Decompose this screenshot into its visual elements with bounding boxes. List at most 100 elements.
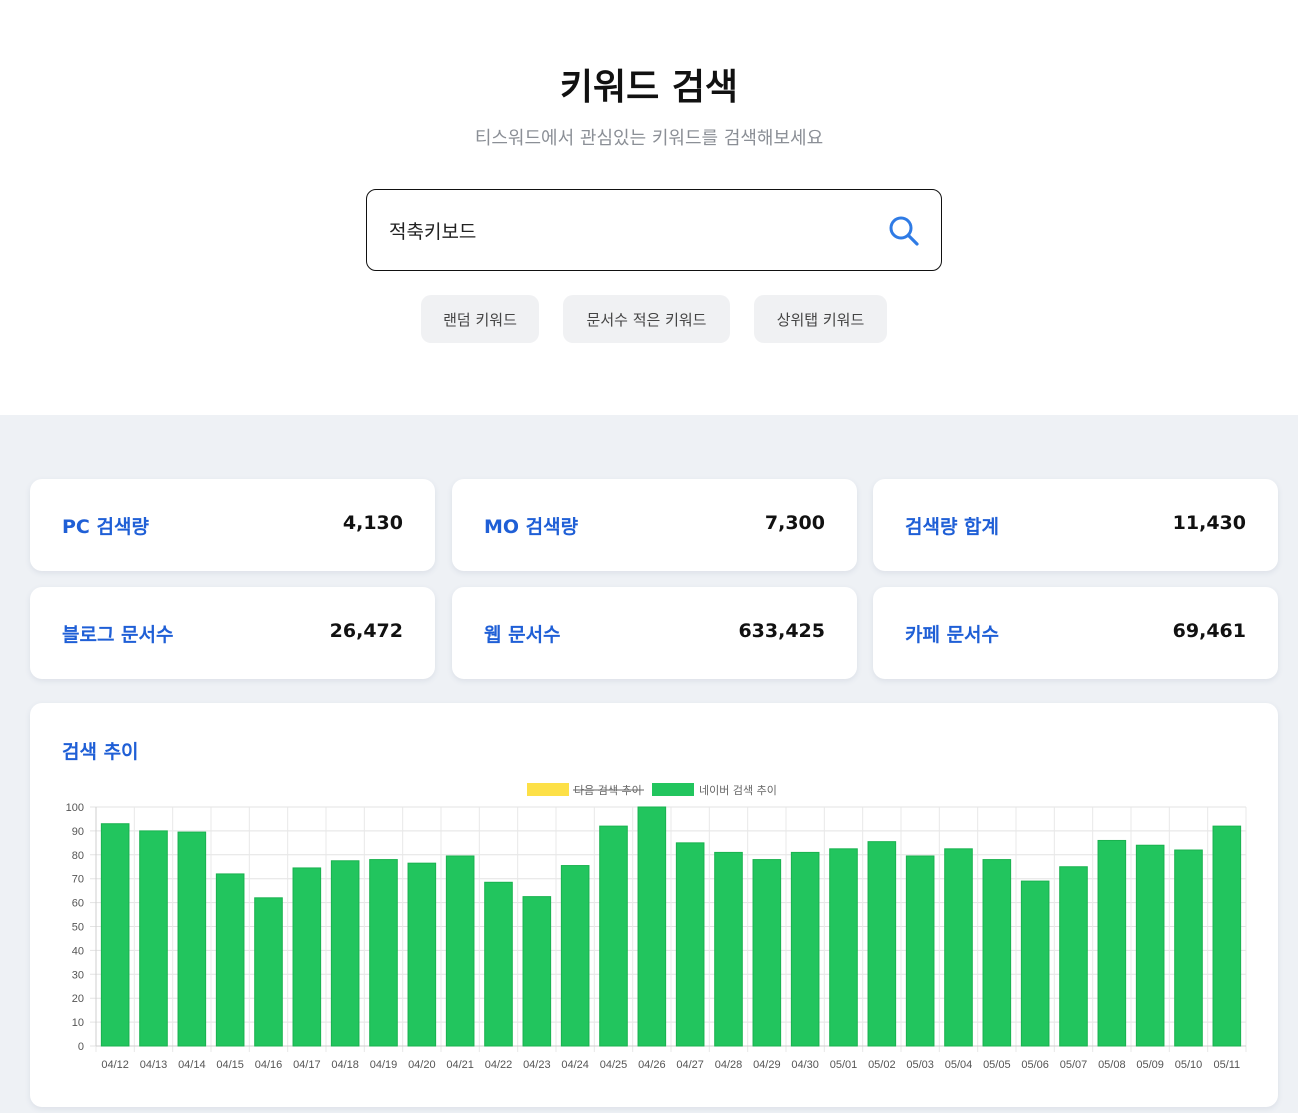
bar-naver (445, 855, 475, 1047)
bar-naver (100, 823, 130, 1047)
bar-naver (752, 859, 782, 1047)
stat-value: 633,425 (738, 620, 825, 642)
bar-naver (1097, 839, 1127, 1047)
stat-card-cafe-docs: 카페 문서수 69,461 (873, 587, 1278, 679)
bar-naver (139, 830, 168, 1047)
bar-naver (1059, 866, 1088, 1047)
x-tick-label: 05/10 (1175, 1059, 1203, 1071)
x-tick-label: 04/25 (600, 1059, 628, 1071)
stat-label: PC 검색량 (62, 516, 149, 538)
top-tab-keyword-button[interactable]: 상위탭 키워드 (754, 295, 887, 343)
bar-naver (637, 806, 667, 1047)
stat-card-total-search: 검색량 합계 11,430 (873, 479, 1278, 571)
bar-naver (829, 848, 858, 1047)
bar-naver (1135, 844, 1165, 1047)
search-trend-chart: 0 10 20 30 40 50 60 70 80 90 100 04/12 04/13 04/14 04/… (66, 783, 1247, 1071)
stat-card-mo-search: MO 검색량 7,300 (452, 479, 857, 571)
y-tick-label: 100 (66, 802, 84, 814)
x-tick-label: 05/05 (983, 1059, 1011, 1071)
random-keyword-button[interactable]: 랜덤 키워드 (421, 295, 539, 343)
stat-label: 검색량 합계 (905, 516, 1000, 538)
x-tick-label: 04/17 (293, 1059, 321, 1071)
y-tick-label: 30 (72, 969, 84, 981)
bar-naver (407, 862, 437, 1047)
x-tick-label: 04/14 (178, 1059, 206, 1071)
bar-naver (177, 831, 207, 1047)
search-hero: 키워드 검색 티스워드에서 관심있는 키워드를 검색해보세요 랜덤 키워드 문서… (0, 0, 1298, 415)
stat-value: 4,130 (342, 512, 403, 534)
x-tick-label: 04/26 (638, 1059, 666, 1071)
y-tick-label: 80 (72, 850, 84, 862)
x-tick-label: 04/16 (255, 1059, 283, 1071)
x-tick-label: 05/03 (906, 1059, 934, 1071)
bar-naver (560, 865, 590, 1047)
bar-naver (790, 851, 820, 1047)
stat-label: 웹 문서수 (484, 624, 561, 646)
stat-value: 26,472 (329, 620, 403, 642)
stat-card-blog-docs: 블로그 문서수 26,472 (30, 587, 435, 679)
bar-naver (215, 873, 245, 1047)
stat-label: MO 검색량 (484, 516, 579, 538)
y-tick-label: 60 (72, 898, 84, 910)
x-tick-label: 04/22 (485, 1059, 513, 1071)
x-tick-label: 04/27 (676, 1059, 704, 1071)
bar-naver (292, 867, 322, 1047)
y-tick-label: 20 (72, 993, 84, 1005)
bar-naver (1020, 880, 1050, 1047)
y-tick-label: 10 (72, 1017, 84, 1029)
x-tick-label: 05/07 (1060, 1059, 1088, 1071)
y-tick-label: 50 (72, 922, 84, 934)
bar-naver (675, 842, 705, 1047)
x-tick-label: 04/23 (523, 1059, 551, 1071)
x-tick-label: 04/21 (446, 1059, 474, 1071)
stat-label: 블로그 문서수 (62, 624, 174, 646)
bar-naver (522, 896, 552, 1047)
legend-swatch-daum (527, 783, 569, 796)
bar-naver (982, 859, 1012, 1047)
stat-card-web-docs: 웹 문서수 633,425 (452, 587, 857, 679)
legend-swatch-naver (652, 783, 694, 796)
low-doc-keyword-button[interactable]: 문서수 적은 키워드 (563, 295, 730, 343)
x-tick-label: 05/11 (1213, 1059, 1240, 1071)
stat-value: 7,300 (764, 512, 825, 534)
x-tick-label: 05/01 (830, 1059, 858, 1071)
y-tick-label: 0 (78, 1041, 84, 1053)
y-tick-label: 70 (72, 874, 84, 886)
bar-naver (714, 851, 743, 1047)
x-tick-label: 04/12 (101, 1059, 129, 1071)
bar-naver (1174, 849, 1203, 1047)
bar-naver (484, 881, 513, 1047)
legend-label-naver: 네이버 검색 추이 (699, 784, 777, 797)
search-input[interactable] (389, 210, 869, 250)
bar-naver (330, 860, 360, 1047)
stat-value: 11,430 (1172, 512, 1246, 534)
stat-card-pc-search: PC 검색량 4,130 (30, 479, 435, 571)
search-icon[interactable] (887, 214, 921, 248)
x-tick-label: 04/29 (753, 1059, 781, 1071)
bar-naver (905, 855, 935, 1047)
x-tick-label: 04/13 (140, 1059, 168, 1071)
x-tick-label: 04/19 (370, 1059, 398, 1071)
x-tick-label: 04/18 (331, 1059, 359, 1071)
x-tick-label: 05/08 (1098, 1059, 1126, 1071)
search-box (366, 189, 942, 271)
x-tick-label: 05/09 (1136, 1059, 1164, 1071)
bar-naver (1212, 825, 1242, 1047)
page-title: 키워드 검색 (559, 67, 739, 108)
bar-naver (369, 859, 398, 1047)
stat-value: 69,461 (1172, 620, 1246, 642)
bar-naver (254, 897, 283, 1047)
y-tick-label: 90 (72, 826, 84, 838)
bar-naver (944, 848, 973, 1047)
x-tick-label: 04/30 (791, 1059, 819, 1071)
x-tick-label: 05/06 (1021, 1059, 1049, 1071)
bar-naver (867, 841, 897, 1047)
search-trend-card: 검색 추이 0 10 20 30 40 50 60 70 80 90 100 04/12 04/13 04… (30, 703, 1278, 1107)
x-tick-label: 05/02 (868, 1059, 896, 1071)
page-subtitle: 티스워드에서 관심있는 키워드를 검색해보세요 (474, 128, 824, 149)
bar-naver (599, 825, 628, 1047)
x-tick-label: 04/15 (216, 1059, 244, 1071)
y-tick-label: 40 (72, 945, 84, 957)
x-tick-label: 04/24 (561, 1059, 589, 1071)
x-tick-label: 04/20 (408, 1059, 436, 1071)
